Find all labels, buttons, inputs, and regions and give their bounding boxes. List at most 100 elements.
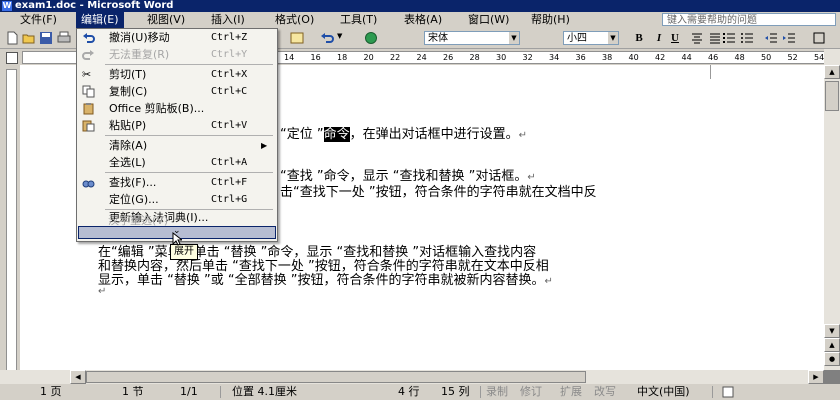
font-name-combo[interactable]: 宋体 ▼ — [424, 31, 520, 45]
word-doc-icon: W — [2, 1, 12, 11]
tab-selector-icon[interactable] — [6, 52, 18, 64]
status-overtype[interactable]: 改写 — [594, 384, 616, 400]
align-center-icon[interactable] — [690, 31, 704, 45]
previous-page-button[interactable]: ▲ — [824, 338, 840, 352]
border-icon[interactable] — [812, 31, 826, 45]
ruler-number: 36 — [575, 53, 586, 62]
menu-item-goto[interactable]: 定位(G)... Ctrl+G — [77, 191, 277, 208]
ruler-number: 32 — [522, 53, 533, 62]
cut-icon: ✂ — [82, 68, 92, 81]
menu-item-copy[interactable]: 复制(C) Ctrl+C — [77, 83, 277, 100]
scroll-left-button[interactable]: ◀ — [70, 370, 86, 384]
bold-button[interactable]: B — [631, 31, 647, 45]
ruler-number: 26 — [443, 53, 454, 62]
status-record[interactable]: 录制 — [486, 384, 508, 400]
menu-item-cut[interactable]: ✂ 剪切(T) Ctrl+X — [77, 66, 277, 83]
ruler-number: 18 — [337, 53, 348, 62]
vertical-ruler — [0, 65, 20, 371]
view-buttons[interactable] — [2, 372, 62, 382]
status-section: 1 节 — [122, 385, 144, 398]
menu-format[interactable]: 格式(O) — [271, 12, 318, 28]
scroll-up-button[interactable]: ▲ — [824, 65, 840, 79]
menu-item-find[interactable]: 查找(F)... Ctrl+F — [77, 174, 277, 191]
menu-item-select-all[interactable]: 全选(L) Ctrl+A — [77, 154, 277, 171]
undo-dropdown-icon[interactable]: ▼ — [337, 32, 342, 40]
menu-item-reselect-hanzi[interactable]: 汉字重选(V) — [108, 212, 168, 228]
scroll-thumb[interactable] — [825, 81, 839, 111]
menu-insert[interactable]: 插入(I) — [207, 12, 249, 28]
status-extend[interactable]: 扩展 — [560, 384, 582, 400]
expand-tooltip: 展开 — [170, 244, 198, 260]
browse-object-button[interactable]: ● — [824, 352, 840, 366]
document-line: 击“查找下一处 ”按钮，符合条件的字符串就在文档中反 — [280, 185, 597, 200]
italic-button[interactable]: I — [651, 31, 667, 45]
scroll-right-button[interactable]: ▶ — [808, 370, 824, 384]
ruler-number: 38 — [602, 53, 613, 62]
ruler-number: 34 — [549, 53, 560, 62]
menu-table[interactable]: 表格(A) — [400, 12, 446, 28]
ruler-number: 48 — [734, 53, 745, 62]
numbered-list-icon[interactable] — [722, 31, 736, 45]
ruler-number: 16 — [310, 53, 321, 62]
undo-icon[interactable] — [320, 31, 334, 45]
font-size-combo[interactable]: 小四 ▼ — [563, 31, 619, 45]
open-folder-icon[interactable] — [22, 31, 36, 45]
submenu-arrow-icon: ▶ — [261, 141, 268, 150]
status-bar: 1 页 1 节 1/1 位置 4.1厘米 4 行 15 列 录制 修订 扩展 改… — [0, 384, 840, 400]
web-globe-icon[interactable] — [364, 31, 378, 45]
scroll-down-button[interactable]: ▼ — [824, 324, 840, 338]
status-position: 位置 4.1厘米 — [232, 385, 297, 398]
ruler-number: 46 — [708, 53, 719, 62]
bullet-list-icon[interactable] — [740, 31, 754, 45]
menu-separator — [105, 64, 273, 65]
ruler-number: 20 — [363, 53, 374, 62]
vertical-ruler-scale — [6, 69, 17, 371]
status-language: 中文(中国) — [637, 385, 690, 398]
ruler-number: 28 — [469, 53, 480, 62]
paragraph-mark-icon: ↵ — [98, 286, 107, 297]
status-track-changes[interactable]: 修订 — [520, 384, 542, 400]
menu-item-office-clipboard[interactable]: Office 剪贴板(B)... — [77, 100, 277, 117]
paragraph-mark-icon: ↵ — [518, 130, 528, 141]
menu-tools[interactable]: 工具(T) — [336, 12, 381, 28]
spelling-book-icon[interactable] — [722, 386, 734, 398]
help-search-input[interactable]: 键入需要帮助的问题 — [662, 13, 836, 26]
status-separator — [220, 386, 221, 398]
horizontal-scrollbar[interactable]: ◀ ▶ — [0, 370, 824, 384]
decrease-indent-icon[interactable] — [764, 31, 778, 45]
status-page: 1 页 — [40, 385, 62, 398]
mouse-cursor-icon — [172, 232, 182, 246]
vertical-scrollbar[interactable]: ▲ ▼ ▲ ● — [824, 49, 840, 370]
menu-file[interactable]: 文件(F) — [16, 12, 61, 28]
ruler-number: 54 — [814, 53, 825, 62]
menu-item-clear[interactable]: 清除(A) ▶ — [77, 137, 277, 154]
document-line: “定位 ”命令，在弹出对话框中进行设置。↵ — [280, 127, 528, 142]
menu-separator — [105, 135, 273, 136]
save-icon[interactable] — [39, 31, 53, 45]
align-justify-icon[interactable] — [708, 31, 722, 45]
underline-button[interactable]: U — [667, 31, 683, 45]
new-document-icon[interactable] — [5, 31, 19, 45]
font-name-value: 宋体 — [428, 33, 448, 44]
chevron-down-icon[interactable]: ▼ — [509, 32, 519, 44]
hscroll-thumb[interactable] — [86, 371, 586, 383]
menu-item-update-ime-dictionary[interactable]: 更新输入法词典(I)... — [77, 210, 277, 226]
ruler-number: 40 — [628, 53, 639, 62]
menu-edit[interactable]: 编辑(E) — [76, 11, 124, 29]
edit-menu: 撤消(U)移动 Ctrl+Z 无法重复(R) Ctrl+Y ✂ 剪切(T) Ct… — [76, 28, 278, 242]
menu-item-undo[interactable]: 撤消(U)移动 Ctrl+Z — [77, 29, 277, 46]
menu-window[interactable]: 窗口(W) — [464, 12, 513, 28]
menu-item-paste[interactable]: 粘贴(P) Ctrl+V — [77, 117, 277, 134]
find-icon — [82, 180, 95, 188]
insert-picture-icon[interactable] — [290, 31, 304, 45]
increase-indent-icon[interactable] — [782, 31, 796, 45]
menu-help[interactable]: 帮助(H) — [527, 12, 574, 28]
chevron-down-icon[interactable]: ▼ — [608, 32, 618, 44]
menu-view[interactable]: 视图(V) — [143, 12, 189, 28]
ruler-number: 52 — [787, 53, 798, 62]
redo-icon — [82, 50, 94, 60]
print-icon[interactable] — [57, 31, 71, 45]
status-line: 4 行 — [398, 385, 420, 398]
status-pages: 1/1 — [180, 385, 198, 398]
menu-item-redo[interactable]: 无法重复(R) Ctrl+Y — [77, 46, 277, 63]
